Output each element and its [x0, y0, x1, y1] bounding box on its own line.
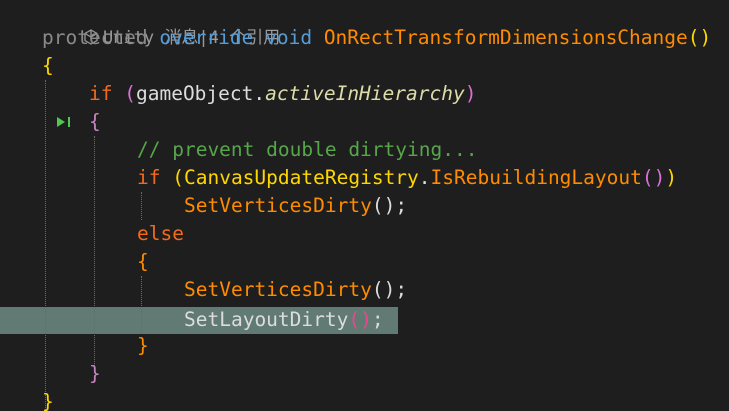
if-open-brace: {	[89, 110, 101, 133]
run-to-cursor-icon[interactable]	[55, 114, 75, 130]
code-line-else-open-brace: {	[137, 248, 149, 276]
if-close-paren: )	[464, 82, 477, 105]
keyword-if: if	[137, 166, 161, 189]
signature-parens: ()	[687, 26, 712, 49]
keyword-if: if	[89, 82, 113, 105]
identifier-gameobject[interactable]: gameObject	[136, 82, 253, 105]
method-set-layout-dirty[interactable]: SetLayoutDirty	[184, 308, 348, 331]
keyword-void: void	[265, 26, 313, 49]
code-line-set-vertices-dirty-1: SetVerticesDirty();	[184, 192, 407, 220]
code-line-set-vertices-dirty-2: SetVerticesDirty();	[184, 276, 407, 304]
dot: .	[253, 82, 266, 105]
method-name[interactable]: OnRectTransformDimensionsChange	[324, 26, 688, 49]
property-active-in-hierarchy[interactable]: activeInHierarchy	[265, 82, 465, 105]
type-canvas-update-registry[interactable]: CanvasUpdateRegistry	[184, 166, 419, 189]
code-line-open-brace: {	[42, 52, 54, 80]
semicolon: ;	[395, 278, 408, 301]
code-line-if-active: if (gameObject.activeInHierarchy)	[89, 80, 476, 108]
code-line-else: else	[137, 220, 184, 248]
method-set-vertices-dirty[interactable]: SetVerticesDirty	[184, 194, 372, 217]
call-parens: ()	[641, 166, 666, 189]
indent-guide	[141, 192, 142, 220]
keyword-protected: protected	[42, 26, 148, 49]
method-set-vertices-dirty[interactable]: SetVerticesDirty	[184, 278, 372, 301]
code-line-set-layout-dirty: SetLayoutDirty();	[184, 306, 384, 334]
if-open-paren: (	[172, 166, 184, 189]
call-parens: ()	[348, 308, 372, 331]
dot: .	[418, 166, 431, 189]
code-line-close-brace: }	[42, 388, 54, 411]
indent-guide	[94, 136, 95, 366]
method-close-brace: }	[42, 390, 54, 411]
if-close-paren: )	[665, 166, 678, 189]
method-is-rebuilding-layout[interactable]: IsRebuildingLayout	[431, 166, 642, 189]
keyword-else: else	[137, 222, 184, 245]
indent-guide	[141, 276, 142, 334]
code-line-signature: protected override void OnRectTransformD…	[42, 24, 711, 52]
indent-guide	[45, 80, 46, 410]
code-line-if-open-brace: {	[89, 108, 101, 136]
code-line-comment: // prevent double dirtying...	[137, 136, 477, 164]
call-parens: ()	[371, 278, 396, 301]
code-line-else-close-brace: }	[137, 332, 149, 360]
semicolon: ;	[371, 308, 384, 331]
keyword-override: override	[159, 26, 254, 49]
else-close-brace: }	[137, 334, 149, 357]
code-editor[interactable]: Unity 消息|4 个引用 protected override void O…	[0, 0, 729, 411]
code-line-if-close-brace: }	[89, 360, 101, 388]
semicolon: ;	[395, 194, 408, 217]
method-open-brace: {	[42, 54, 54, 77]
if-open-paren: (	[124, 82, 136, 105]
code-line-if-rebuilding: if (CanvasUpdateRegistry.IsRebuildingLay…	[137, 164, 677, 192]
call-parens: ()	[371, 194, 396, 217]
code-comment: // prevent double dirtying...	[137, 138, 478, 161]
codelens-annotation[interactable]: Unity 消息|4 个引用	[42, 2, 280, 48]
if-close-brace: }	[89, 362, 101, 385]
else-open-brace: {	[137, 250, 149, 273]
